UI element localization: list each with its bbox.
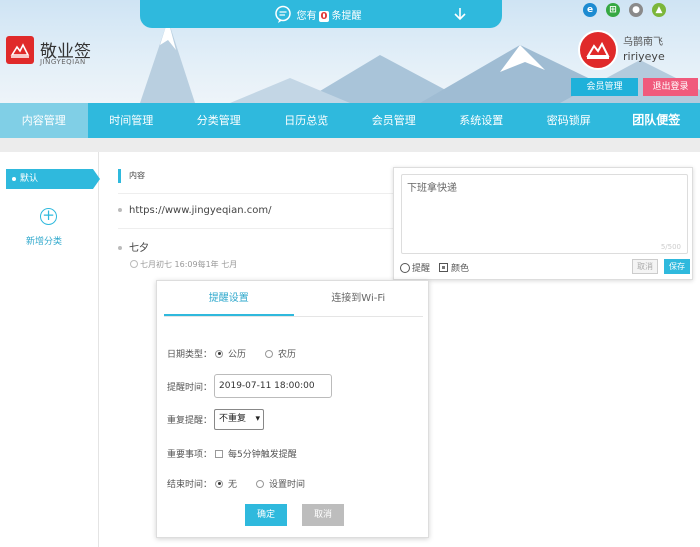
end-time-row: 结束时间： 无 设置时间 — [167, 477, 305, 490]
important-label: 重要事项： — [167, 450, 213, 460]
remind-time-row: 提醒时间： 2019-07-11 18:00:00 — [167, 374, 333, 398]
list-item[interactable]: https://www.jingyeqian.com/ — [118, 205, 271, 216]
list-item-meta: 七月初七 16:09每1年 七月 — [130, 259, 237, 270]
notification-text: 您有 0 条提醒 — [296, 10, 362, 22]
editor-save-button[interactable]: 保存 — [664, 259, 690, 274]
nav-item-category[interactable]: 分类管理 — [175, 103, 263, 138]
date-type-row: 日期类型： 公历 农历 — [167, 347, 296, 360]
note-textarea[interactable]: 下班拿快递 5/500 — [401, 174, 688, 254]
add-category-label[interactable]: 新增分类 — [26, 234, 62, 247]
nav-item-content[interactable]: 内容管理 — [0, 103, 88, 138]
popup-tabs: 提醒设置 连接到Wi-Fi — [164, 281, 423, 317]
clock-icon — [130, 260, 138, 268]
repeat-label: 重复提醒： — [167, 416, 213, 426]
radio-end-set[interactable] — [256, 479, 265, 488]
important-checkbox[interactable] — [215, 449, 224, 458]
brand-subtitle: JINGYEQIAN — [40, 58, 86, 66]
remind-time-label: 提醒时间： — [167, 382, 213, 393]
important-row: 重要事项： 每5分钟触发提醒 — [167, 447, 297, 460]
apple-icon[interactable]: ● — [629, 3, 643, 17]
tab-remind-settings[interactable]: 提醒设置 — [164, 281, 294, 316]
clock-icon — [400, 263, 410, 273]
remind-toggle[interactable]: 提醒 — [400, 261, 430, 274]
nav-item-calendar[interactable]: 日历总览 — [263, 103, 351, 138]
user-name-en: ririyeye — [623, 50, 665, 63]
bullet-icon — [118, 246, 122, 250]
remind-time-input[interactable]: 2019-07-11 18:00:00 — [214, 374, 333, 398]
avatar[interactable] — [578, 30, 618, 70]
bullet-icon — [118, 208, 122, 212]
divider — [118, 193, 393, 194]
ie-icon[interactable]: e — [583, 3, 597, 17]
notification-count: 0 — [318, 10, 330, 22]
add-category-icon[interactable]: + — [40, 208, 57, 225]
content-header: 内容 — [118, 169, 145, 183]
brand-logo — [6, 36, 34, 64]
repeat-row: 重复提醒： 不重复 — [167, 409, 265, 430]
user-name-cn: 乌鹊南飞 — [623, 37, 663, 48]
editor-cancel-button[interactable]: 取消 — [632, 259, 658, 274]
windows-icon[interactable]: ⊞ — [606, 3, 620, 17]
radio-lunar[interactable] — [265, 349, 274, 358]
nav-item-settings[interactable]: 系统设置 — [438, 103, 526, 138]
logout-button[interactable]: 退出登录 — [643, 78, 698, 96]
tab-wifi[interactable]: 连接到Wi-Fi — [294, 281, 424, 316]
repeat-select[interactable]: 不重复 — [214, 409, 265, 430]
note-editor: 下班拿快递 5/500 提醒 颜色 取消 保存 — [393, 167, 693, 280]
radio-end-none[interactable] — [215, 479, 224, 488]
remind-settings-popup: 提醒设置 连接到Wi-Fi 日期类型： 公历 农历 提醒时间： 2019-07-… — [156, 280, 429, 538]
list-item-text: 七夕 — [129, 243, 149, 254]
cancel-button[interactable]: 取消 — [302, 504, 344, 526]
color-toggle[interactable]: 颜色 — [439, 261, 469, 274]
date-type-label: 日期类型： — [167, 350, 213, 360]
end-time-label: 结束时间： — [167, 480, 213, 490]
list-item-text: https://www.jingyeqian.com/ — [129, 205, 272, 216]
nav-item-lockscreen[interactable]: 密码锁屏 — [525, 103, 613, 138]
category-sidebar: 默认 + 新增分类 — [0, 152, 100, 547]
nav-item-member[interactable]: 会员管理 — [350, 103, 438, 138]
member-management-button[interactable]: 会员管理 — [571, 78, 638, 96]
android-icon[interactable]: ▲ — [652, 3, 666, 17]
category-default[interactable]: 默认 — [6, 169, 100, 189]
list-item[interactable]: 七夕 — [118, 239, 149, 254]
nav-item-team[interactable]: 团队便签 — [613, 103, 700, 138]
confirm-button[interactable]: 确定 — [245, 504, 287, 526]
color-square-icon — [439, 263, 448, 272]
notification-bar[interactable]: 您有 0 条提醒 — [140, 0, 502, 28]
arrow-down-icon[interactable] — [452, 6, 468, 22]
chat-icon — [275, 5, 291, 23]
nav-item-time[interactable]: 时间管理 — [88, 103, 176, 138]
char-count: 5/500 — [660, 243, 681, 251]
header: 您有 0 条提醒 敬业签 JINGYEQIAN e ⊞ ● ▲ 乌鹊南飞 ririy… — [0, 0, 700, 103]
divider — [118, 228, 393, 229]
platform-icons: e ⊞ ● ▲ — [583, 3, 666, 17]
main-nav: 内容管理 时间管理 分类管理 日历总览 会员管理 系统设置 密码锁屏 团队便签 — [0, 103, 700, 138]
radio-solar[interactable] — [215, 349, 224, 358]
